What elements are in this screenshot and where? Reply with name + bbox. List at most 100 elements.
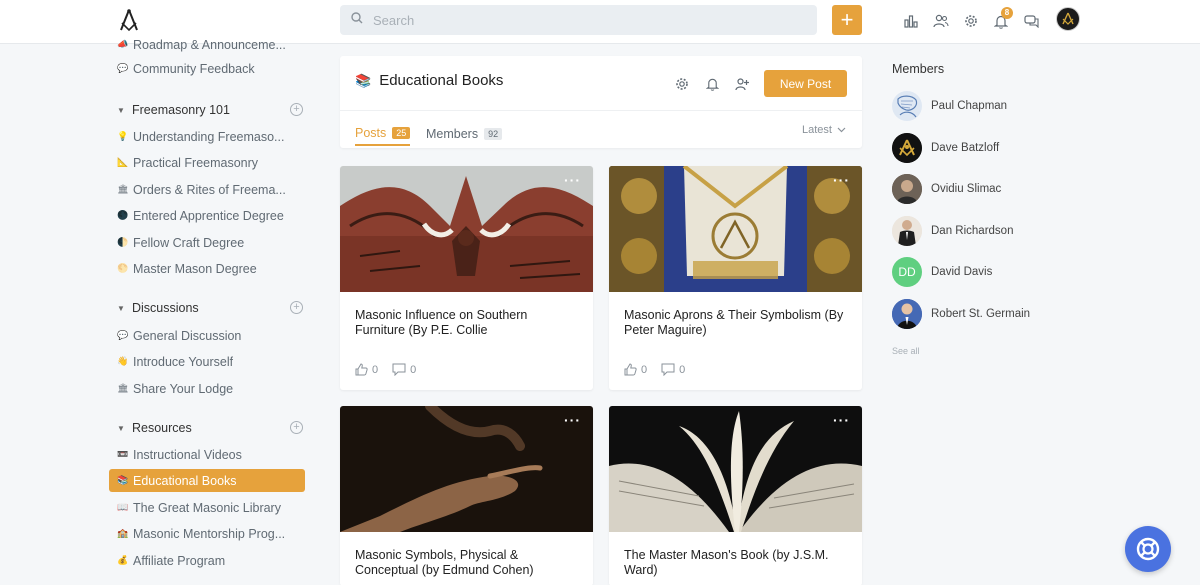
sidebar-item-affiliate-program[interactable]: 💰 Affiliate Program — [109, 549, 305, 572]
like-button[interactable]: 0 — [624, 363, 647, 376]
caret-down-icon: ▼ — [117, 303, 125, 313]
posts-count-badge: 25 — [392, 127, 411, 139]
search-icon — [351, 11, 363, 29]
comment-icon — [392, 363, 406, 376]
avatar[interactable] — [892, 91, 922, 121]
lightbulb-icon: 💡 — [117, 131, 129, 141]
new-moon-icon: 🌑 — [117, 210, 129, 220]
sidebar-item-introduce-yourself[interactable]: 👋 Introduce Yourself — [109, 350, 305, 373]
sidebar-group-discussions[interactable]: ▼ Discussions + — [117, 298, 303, 318]
messages-icon[interactable] — [1022, 11, 1042, 31]
sidebar-item-fellow-craft[interactable]: 🌓 Fellow Craft Degree — [109, 231, 305, 254]
post-options-menu-icon[interactable]: ··· — [833, 173, 850, 187]
member-item[interactable]: Ovidiu Slimac — [892, 174, 1092, 204]
comment-button[interactable]: 0 — [392, 363, 416, 376]
settings-gear-icon[interactable] — [961, 11, 981, 31]
sidebar-item-orders-rites[interactable]: 🏛 Orders & Rites of Freema... — [109, 178, 305, 201]
post-title[interactable]: Masonic Influence on Southern Furniture … — [355, 308, 580, 338]
thumbs-up-icon — [624, 363, 637, 376]
post-title[interactable]: The Master Mason's Book (by J.S.M. Ward) — [624, 548, 849, 578]
members-count-badge: 92 — [484, 128, 503, 140]
sidebar-group-resources[interactable]: ▼ Resources + — [117, 418, 303, 438]
members-heading: Members — [892, 62, 945, 76]
new-post-button[interactable]: New Post — [764, 70, 847, 97]
sidebar-item-educational-books[interactable]: 📚 Educational Books — [109, 469, 305, 492]
post-image-hands[interactable] — [340, 406, 593, 532]
comment-icon — [661, 363, 675, 376]
video-icon: 📼 — [117, 449, 129, 459]
space-title: 📚 Educational Books — [355, 72, 504, 89]
speech-bubble-icon: 💬 — [117, 330, 129, 340]
avatar[interactable] — [892, 299, 922, 329]
post-options-menu-icon[interactable]: ··· — [564, 173, 581, 187]
user-avatar[interactable] — [1056, 7, 1080, 31]
member-item[interactable]: Dan Richardson — [892, 216, 1092, 246]
school-icon: 🏫 — [117, 528, 129, 538]
books-icon: 📚 — [117, 475, 129, 485]
waving-hand-icon: 👋 — [117, 356, 129, 366]
add-space-plus-icon[interactable]: + — [290, 301, 303, 314]
comment-button[interactable]: 0 — [661, 363, 685, 376]
space-notifications-bell-icon[interactable] — [704, 76, 720, 92]
notification-count-badge: 8 — [1001, 7, 1013, 19]
speech-bubble-icon: 💬 — [117, 63, 129, 73]
avatar-initials[interactable]: DD — [892, 257, 922, 287]
help-lifebuoy-button[interactable] — [1125, 526, 1171, 572]
member-item[interactable]: Dave Batzloff — [892, 133, 1092, 163]
add-space-plus-icon[interactable]: + — [290, 421, 303, 434]
member-item[interactable]: Paul Chapman — [892, 91, 1092, 121]
post-card[interactable]: ··· Masonic Influence on Southern Furnit… — [340, 166, 593, 390]
search-input[interactable] — [373, 12, 793, 28]
member-item[interactable]: DD David Davis — [892, 257, 1092, 287]
sidebar-item-instructional-videos[interactable]: 📼 Instructional Videos — [109, 443, 305, 466]
sidebar-item-community-feedback[interactable]: 💬 Community Feedback — [109, 57, 305, 80]
thumbs-up-icon — [355, 363, 368, 376]
sidebar-item-master-mason[interactable]: 🌕 Master Mason Degree — [109, 257, 305, 280]
lifebuoy-icon — [1136, 537, 1160, 561]
search-bar[interactable] — [340, 5, 817, 35]
sidebar-item-practical-freemasonry[interactable]: 📐 Practical Freemasonry — [109, 151, 305, 174]
tab-posts[interactable]: Posts 25 — [355, 122, 411, 146]
post-image-open-book[interactable] — [609, 406, 862, 532]
post-options-menu-icon[interactable]: ··· — [564, 413, 581, 427]
money-bag-icon: 💰 — [117, 555, 129, 565]
tab-members[interactable]: Members 92 — [426, 122, 503, 146]
post-title[interactable]: Masonic Symbols, Physical & Conceptual (… — [355, 548, 580, 578]
open-book-icon: 📖 — [117, 502, 129, 512]
add-member-icon[interactable] — [734, 76, 750, 92]
post-image-apron[interactable] — [609, 166, 862, 292]
member-item[interactable]: Robert St. Germain — [892, 299, 1092, 329]
create-button[interactable]: + — [832, 5, 862, 35]
space-settings-gear-icon[interactable] — [674, 76, 690, 92]
leaderboard-icon[interactable] — [901, 11, 921, 31]
post-card[interactable]: ··· The Master Mason's Book (by J.S.M. W… — [609, 406, 862, 585]
add-space-plus-icon[interactable]: + — [290, 103, 303, 116]
sidebar-item-understanding-freemasonry[interactable]: 💡 Understanding Freemaso... — [109, 125, 305, 148]
sidebar-item-great-masonic-library[interactable]: 📖 The Great Masonic Library — [109, 496, 305, 519]
temple-icon: 🏛 — [117, 184, 129, 194]
sidebar-group-freemasonry-101[interactable]: ▼ Freemasonry 101 + — [117, 100, 303, 120]
sidebar-item-share-your-lodge[interactable]: 🏛 Share Your Lodge — [109, 377, 305, 400]
site-logo[interactable] — [118, 8, 140, 34]
books-icon: 📚 — [355, 72, 372, 88]
post-stats: 0 0 — [355, 363, 430, 376]
sidebar-item-general-discussion[interactable]: 💬 General Discussion — [109, 324, 305, 347]
sidebar-item-roadmap[interactable]: 📣 Roadmap & Announceme... — [109, 33, 305, 56]
post-card[interactable]: ··· Masonic Aprons & Their Symbolism (By… — [609, 166, 862, 390]
avatar[interactable] — [892, 133, 922, 163]
caret-down-icon: ▼ — [117, 423, 125, 433]
sidebar-item-entered-apprentice[interactable]: 🌑 Entered Apprentice Degree — [109, 204, 305, 227]
sort-dropdown[interactable]: Latest — [802, 124, 846, 136]
post-image-carved-wood[interactable] — [340, 166, 593, 292]
members-icon[interactable] — [931, 11, 951, 31]
like-button[interactable]: 0 — [355, 363, 378, 376]
post-card[interactable]: ··· Masonic Symbols, Physical & Conceptu… — [340, 406, 593, 585]
half-moon-icon: 🌓 — [117, 237, 129, 247]
sidebar-item-mentorship-program[interactable]: 🏫 Masonic Mentorship Prog... — [109, 522, 305, 545]
post-options-menu-icon[interactable]: ··· — [833, 413, 850, 427]
avatar[interactable] — [892, 174, 922, 204]
chevron-down-icon — [837, 124, 846, 136]
see-all-members-link[interactable]: See all — [892, 346, 920, 356]
avatar[interactable] — [892, 216, 922, 246]
post-title[interactable]: Masonic Aprons & Their Symbolism (By Pet… — [624, 308, 849, 338]
